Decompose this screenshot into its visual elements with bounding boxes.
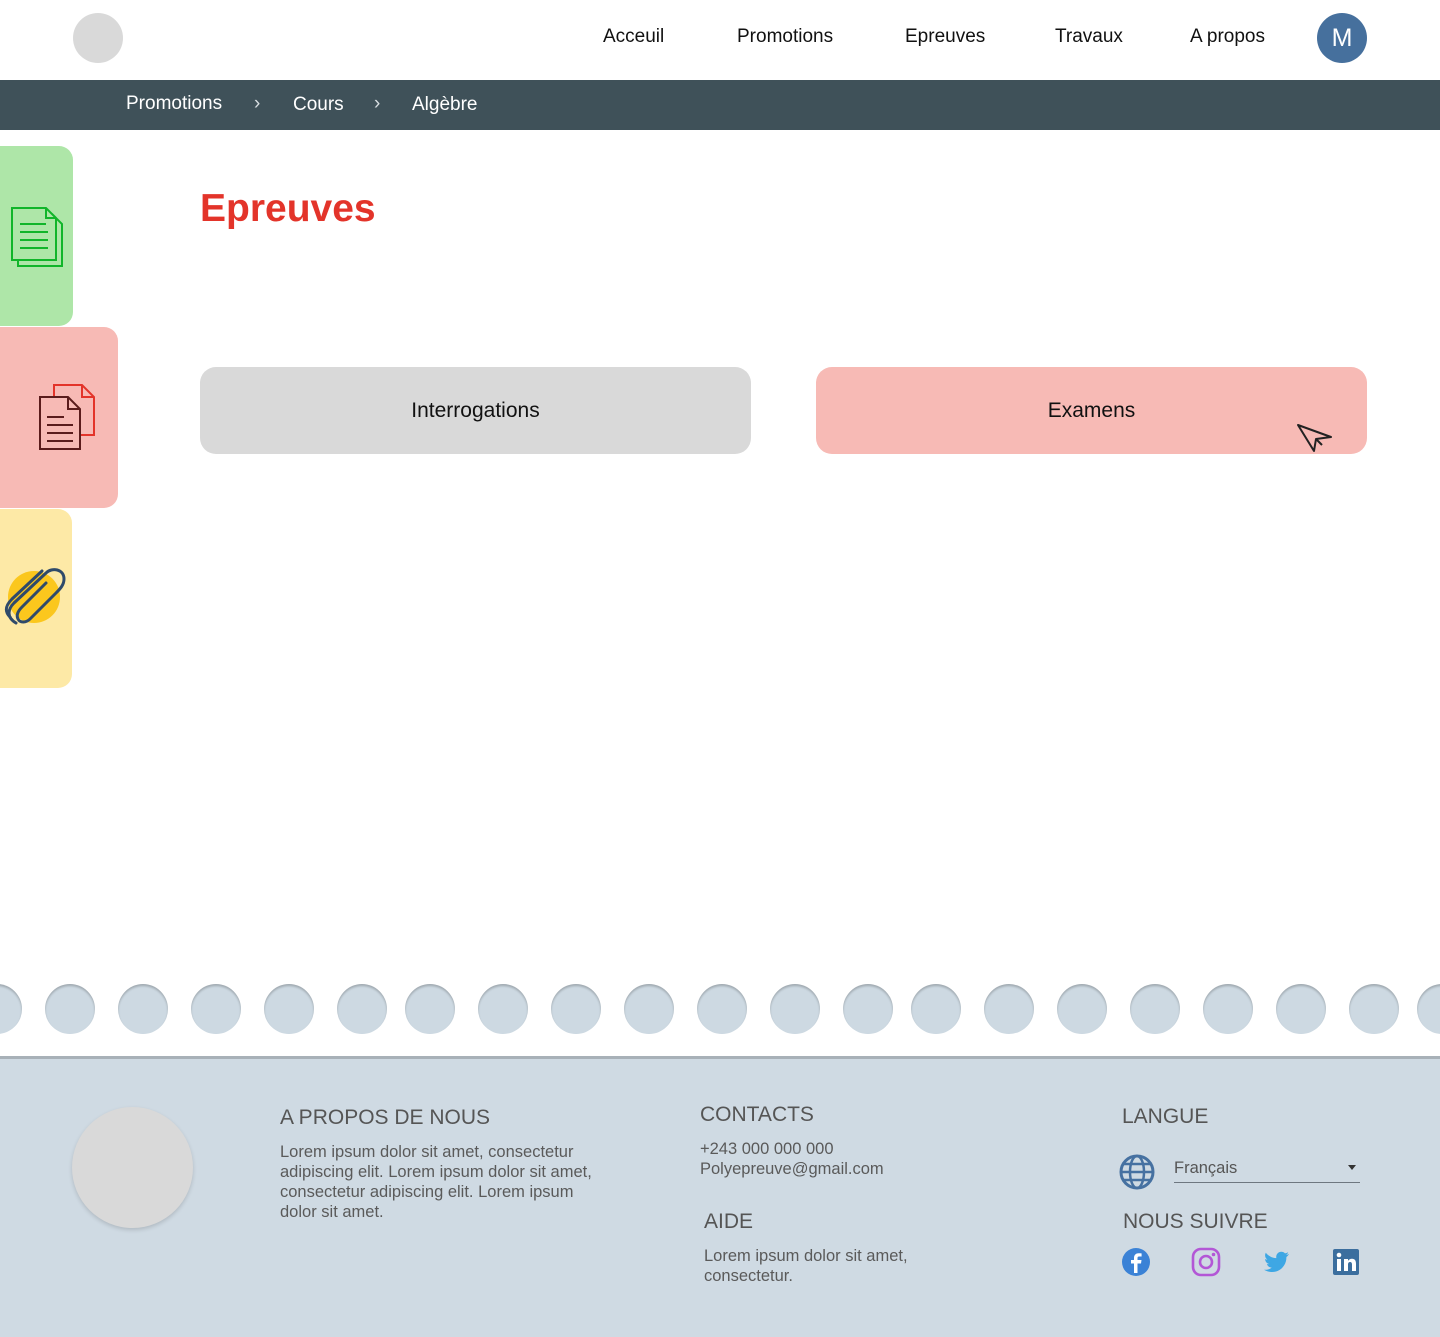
help-text: Lorem ipsum dolor sit amet, consectetur.	[704, 1247, 908, 1285]
contacts-heading: CONTACTS	[700, 1103, 814, 1126]
side-tab-files[interactable]	[0, 327, 118, 508]
decorative-circle	[405, 984, 455, 1034]
decorative-circle	[1057, 984, 1107, 1034]
side-tab-documents[interactable]	[0, 146, 73, 326]
nav-item-a-propos[interactable]: A propos	[1190, 26, 1265, 48]
decorative-circle	[0, 984, 22, 1034]
facebook-icon[interactable]	[1121, 1247, 1151, 1277]
side-tab-attachments[interactable]	[0, 509, 72, 688]
language-heading: LANGUE	[1122, 1105, 1209, 1128]
decorative-circle	[337, 984, 387, 1034]
breadcrumb-algebre[interactable]: Algèbre	[412, 94, 478, 116]
decorative-circle	[624, 984, 674, 1034]
about-heading: A PROPOS DE NOUS	[280, 1106, 491, 1129]
nav-item-travaux[interactable]: Travaux	[1055, 26, 1123, 48]
decorative-scallop-border	[0, 980, 1440, 1040]
user-avatar[interactable]: M	[1317, 13, 1367, 63]
footer: A PROPOS DE NOUS Lorem ipsum dolor sit a…	[0, 1056, 1440, 1337]
nav-item-acceuil[interactable]: Acceuil	[603, 26, 664, 48]
breadcrumb-promotions[interactable]: Promotions	[126, 93, 222, 115]
chevron-right-icon: ›	[254, 93, 261, 114]
card-label: Examens	[1047, 398, 1136, 422]
decorative-circle	[45, 984, 95, 1034]
breadcrumb-cours[interactable]: Cours	[293, 94, 344, 116]
decorative-circle	[911, 984, 961, 1034]
nav-item-promotions[interactable]: Promotions	[737, 26, 833, 48]
chevron-right-icon: ›	[374, 93, 381, 114]
decorative-circle	[1203, 984, 1253, 1034]
documents-icon	[11, 207, 63, 267]
paperclip-icon	[4, 568, 66, 625]
avatar-initial: M	[1331, 23, 1353, 52]
file-copy-icon	[39, 384, 95, 450]
breadcrumb: Promotions › Cours › Algèbre	[0, 80, 1440, 130]
decorative-circle	[1130, 984, 1180, 1034]
decorative-circle	[1417, 984, 1440, 1034]
language-select[interactable]: Français	[1174, 1159, 1360, 1183]
nav-item-epreuves[interactable]: Epreuves	[905, 26, 985, 48]
decorative-circle	[478, 984, 528, 1034]
page-title: Epreuves	[200, 187, 376, 230]
caret-down-icon	[1348, 1165, 1356, 1170]
twitter-icon[interactable]	[1261, 1247, 1291, 1277]
examens-card[interactable]: Examens	[816, 367, 1367, 454]
about-text: Lorem ipsum dolor sit amet, consectetur …	[280, 1143, 592, 1221]
contact-email[interactable]: Polyepreuve@gmail.com	[700, 1159, 884, 1179]
send-icon	[1297, 424, 1332, 452]
site-logo[interactable]	[73, 13, 123, 63]
decorative-circle	[118, 984, 168, 1034]
decorative-circle	[697, 984, 747, 1034]
decorative-circle	[1276, 984, 1326, 1034]
footer-logo	[72, 1107, 193, 1228]
instagram-icon[interactable]	[1191, 1247, 1221, 1277]
decorative-circle	[984, 984, 1034, 1034]
decorative-circle	[264, 984, 314, 1034]
globe-icon	[1119, 1154, 1155, 1190]
contact-phone[interactable]: +243 000 000 000	[700, 1139, 834, 1159]
follow-heading: NOUS SUIVRE	[1123, 1210, 1268, 1233]
interrogations-card[interactable]: Interrogations	[200, 367, 751, 454]
decorative-circle	[770, 984, 820, 1034]
top-header: Acceuil Promotions Epreuves Travaux A pr…	[0, 0, 1440, 80]
decorative-circle	[1349, 984, 1399, 1034]
help-heading: AIDE	[704, 1210, 754, 1233]
decorative-circle	[191, 984, 241, 1034]
decorative-circle	[551, 984, 601, 1034]
linkedin-icon[interactable]	[1331, 1247, 1361, 1277]
card-label: Interrogations	[411, 398, 540, 422]
decorative-circle	[843, 984, 893, 1034]
language-select-value: Français	[1174, 1159, 1238, 1177]
